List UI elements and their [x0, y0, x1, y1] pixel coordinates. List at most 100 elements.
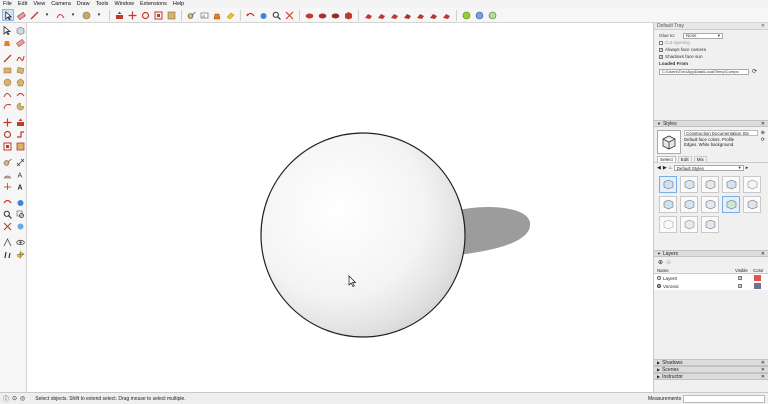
layer-row[interactable]: Layer0: [654, 274, 768, 282]
zoom-extents-icon[interactable]: [1, 221, 13, 232]
section-plane-icon[interactable]: [14, 249, 26, 260]
pan-icon[interactable]: [14, 197, 26, 208]
rotated-rectangle-icon[interactable]: [14, 65, 26, 76]
look-around-icon[interactable]: [14, 237, 26, 248]
walk-icon[interactable]: [1, 249, 13, 260]
pie-icon[interactable]: [14, 101, 26, 112]
delete-layer-icon[interactable]: ⊖: [666, 259, 671, 266]
style-swatch[interactable]: [722, 196, 740, 213]
create-style-icon[interactable]: ⊕: [761, 130, 765, 136]
update-style-icon[interactable]: ⟳: [761, 137, 765, 143]
menu-camera[interactable]: Camera: [51, 1, 71, 7]
protractor-icon[interactable]: [1, 169, 13, 180]
menu-file[interactable]: File: [3, 1, 12, 7]
menu-draw[interactable]: Draw: [77, 1, 90, 7]
menu-help[interactable]: Help: [173, 1, 184, 7]
stamp-icon[interactable]: [401, 9, 413, 21]
section-plane-icon[interactable]: [224, 9, 236, 21]
cut-opening-checkbox[interactable]: [659, 40, 663, 45]
layer-visible-checkbox[interactable]: [738, 284, 742, 288]
axes-icon[interactable]: [1, 181, 13, 192]
circle-icon[interactable]: [80, 9, 92, 21]
style-swatch[interactable]: [659, 176, 677, 193]
home-icon[interactable]: ⌂: [669, 165, 672, 171]
add-detail-icon[interactable]: [427, 9, 439, 21]
back-icon[interactable]: ◀: [657, 165, 661, 171]
instructor-panel-header[interactable]: ▶ Instructor ✕: [654, 373, 768, 380]
info-icon[interactable]: ⓘ: [3, 394, 9, 403]
layer-active-radio[interactable]: [657, 284, 661, 288]
select-tool-icon[interactable]: [2, 9, 14, 21]
credits-icon[interactable]: ◎: [20, 395, 25, 402]
select-icon[interactable]: [1, 25, 13, 36]
style-swatch[interactable]: [743, 176, 761, 193]
scenes-panel-header[interactable]: ▶ Scenes ✕: [654, 366, 768, 373]
shadows-face-sun-checkbox[interactable]: [659, 54, 663, 59]
geo-icon[interactable]: ⊙: [12, 395, 17, 402]
details-icon[interactable]: ▸: [746, 165, 749, 171]
rotate-icon[interactable]: [139, 9, 151, 21]
loaded-from-path[interactable]: C:\Users\Toru\AppData\Local\Temp\Comps: [659, 68, 749, 75]
layer-color-swatch[interactable]: [754, 283, 761, 289]
rectangle-icon[interactable]: [1, 65, 13, 76]
layers-panel-header[interactable]: ▼ Layers ✕: [654, 250, 768, 257]
style-collection-dropdown[interactable]: Default Styles ▾: [673, 165, 744, 171]
smoove-icon[interactable]: [388, 9, 400, 21]
layer-visible-checkbox[interactable]: [738, 276, 742, 280]
style-swatch[interactable]: [659, 216, 677, 233]
flip-edge-icon[interactable]: [440, 9, 452, 21]
menu-window[interactable]: Window: [114, 1, 134, 7]
tab-edit[interactable]: Edit: [677, 156, 692, 162]
circle-icon[interactable]: [1, 77, 13, 88]
tab-mix[interactable]: Mix: [693, 156, 707, 162]
shape-dropdown-icon[interactable]: ▾: [67, 9, 79, 21]
tape-measure-icon[interactable]: [1, 157, 13, 168]
freehand-icon[interactable]: [14, 53, 26, 64]
follow-me-icon[interactable]: [14, 129, 26, 140]
tape-measure-icon[interactable]: [185, 9, 197, 21]
arc-icon[interactable]: [54, 9, 66, 21]
geo-location-icon[interactable]: [460, 9, 472, 21]
reload-icon[interactable]: ⟳: [752, 68, 757, 75]
panel-close-icon[interactable]: ✕: [761, 121, 765, 127]
polygon-icon[interactable]: [14, 77, 26, 88]
menu-edit[interactable]: Edit: [18, 1, 27, 7]
measurements-input[interactable]: [683, 395, 765, 403]
move-icon[interactable]: [126, 9, 138, 21]
offset-icon[interactable]: [14, 141, 26, 152]
paint-bucket-icon[interactable]: [1, 37, 13, 48]
extension-warehouse-icon[interactable]: [342, 9, 354, 21]
previous-view-icon[interactable]: [14, 221, 26, 232]
tray-close-icon[interactable]: ✕: [761, 23, 765, 29]
menu-extensions[interactable]: Extensions: [140, 1, 167, 7]
zoom-icon[interactable]: [270, 9, 282, 21]
style-swatch[interactable]: [680, 196, 698, 213]
position-camera-icon[interactable]: [1, 237, 13, 248]
sandbox-from-contours-icon[interactable]: [362, 9, 374, 21]
orbit-icon[interactable]: [1, 197, 13, 208]
style-swatch[interactable]: [743, 196, 761, 213]
three-point-arc-icon[interactable]: [1, 101, 13, 112]
style-swatch[interactable]: [680, 216, 698, 233]
two-point-arc-icon[interactable]: [14, 89, 26, 100]
sandbox-from-scratch-icon[interactable]: [375, 9, 387, 21]
glue-to-dropdown[interactable]: None ▾: [683, 32, 723, 39]
layer-row[interactable]: Voronoi: [654, 282, 768, 290]
show-terrain-icon[interactable]: [486, 9, 498, 21]
zoom-icon[interactable]: [1, 209, 13, 220]
eraser-icon[interactable]: [15, 9, 27, 21]
rotate-icon[interactable]: [1, 129, 13, 140]
arc-icon[interactable]: [1, 89, 13, 100]
forward-icon[interactable]: ▶: [663, 165, 667, 171]
style-swatch[interactable]: [701, 196, 719, 213]
always-face-camera-checkbox[interactable]: [659, 47, 663, 52]
tab-select[interactable]: Select: [657, 156, 676, 162]
circle-dropdown-icon[interactable]: ▾: [93, 9, 105, 21]
sphere-model[interactable]: [260, 132, 466, 338]
style-swatch[interactable]: [701, 216, 719, 233]
layer-color-swatch[interactable]: [754, 275, 761, 281]
orbit-icon[interactable]: [244, 9, 256, 21]
push-pull-icon[interactable]: [14, 117, 26, 128]
style-swatch[interactable]: [680, 176, 698, 193]
dimension-icon[interactable]: [14, 157, 26, 168]
